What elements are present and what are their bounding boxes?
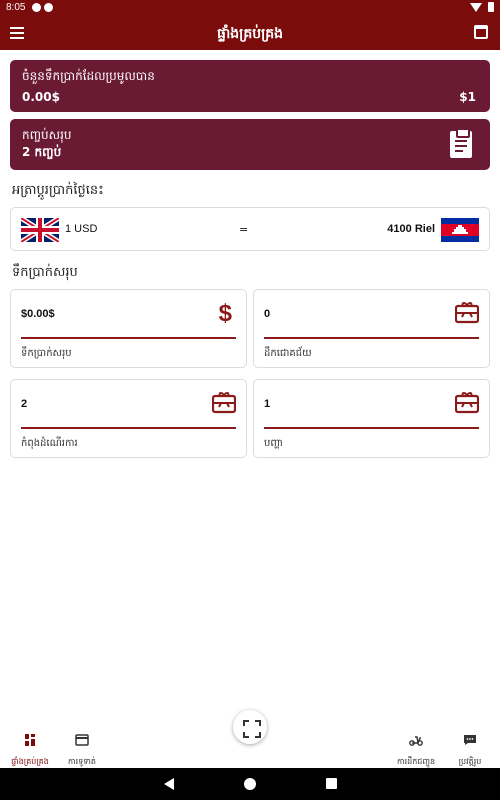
total-collected-value: 0.00$ (22, 90, 60, 104)
app-bar: ផ្ទាំងគ្រប់គ្រង (0, 16, 500, 50)
nav-label: ការដឹកជញ្ជូន (396, 757, 436, 766)
total-collected-label: ចំនួនទឹកប្រាក់ដែលប្រមូលបាន (22, 69, 155, 83)
stat-card-delivered: 0 ដឹកជោគជ័យ (253, 289, 490, 368)
dashboard-icon (25, 734, 35, 746)
divider (21, 337, 236, 339)
cambodia-flag-icon (441, 218, 479, 242)
status-bar: 8:05 (0, 0, 500, 16)
nav-label: ការទូទាត់ (68, 757, 96, 766)
total-collected-card: ចំនួនទឹកប្រាក់ដែលប្រមូលបាន 0.00$ $1 (10, 60, 490, 112)
nav-label: ប្រវត្តិរូប (458, 757, 482, 766)
stat-label: កំពុងដំណើរការ (21, 438, 78, 449)
status-notification-icons (32, 3, 53, 12)
nav-profile[interactable]: ប្រវត្តិរូប (440, 734, 500, 768)
stat-value: 2 (21, 398, 28, 410)
stat-label: ដឹកជោគជ័យ (264, 348, 312, 359)
uk-flag-icon (21, 218, 59, 242)
back-icon[interactable] (164, 778, 174, 790)
home-icon[interactable] (244, 778, 256, 790)
stat-card-total-amount: $0.00$ $ ទឹកប្រាក់សរុប (10, 289, 247, 368)
total-collected-right-value: $1 (459, 90, 476, 104)
nav-payment[interactable]: ការទូទាត់ (52, 734, 112, 768)
exchange-riel-value: 4100 Riel (387, 223, 435, 235)
status-system-icons (470, 2, 494, 12)
chat-icon (464, 735, 476, 745)
divider (264, 427, 479, 429)
status-time: 8:05 (6, 2, 26, 13)
stat-label: បញ្ហា (264, 438, 283, 449)
nav-delivery[interactable]: ការដឹកជញ្ជូន (386, 734, 446, 768)
calendar-icon[interactable] (474, 25, 488, 39)
system-nav-bar (0, 768, 500, 800)
recents-icon[interactable] (326, 778, 337, 789)
nav-dashboard[interactable]: ផ្ទាំងគ្រប់គ្រង (0, 734, 60, 768)
stat-card-problems: 1 បញ្ហា (253, 379, 490, 458)
gift-card-icon (212, 392, 236, 414)
scan-qr-button[interactable] (233, 710, 267, 744)
exchange-usd-value: 1 USD (65, 223, 98, 235)
wifi-icon (470, 2, 482, 12)
stat-label: ទឹកប្រាក់សរុប (21, 348, 72, 359)
totals-title: ទឹកប្រាក់សរុប (12, 265, 78, 280)
clipboard-icon (450, 128, 472, 158)
exchange-rate-title: អត្រាប្តូរប្រាក់ថ្ងៃនេះ (12, 183, 104, 198)
stat-card-in-progress: 2 កំពុងដំណើរការ (10, 379, 247, 458)
scooter-icon (409, 736, 423, 746)
exchange-equals: = (239, 223, 249, 236)
stat-value: 0 (264, 308, 271, 320)
total-packages-card: កញ្ចប់សរុប 2 កញ្ចប់ (10, 119, 490, 170)
stat-value: 1 (264, 398, 271, 410)
nav-label: ផ្ទាំងគ្រប់គ្រង (11, 757, 49, 766)
card-icon (75, 734, 89, 746)
total-packages-label: កញ្ចប់សរុប (22, 128, 72, 142)
gift-card-icon (455, 392, 479, 414)
stat-value: $0.00$ (21, 308, 55, 320)
total-packages-value: 2 កញ្ចប់ (22, 145, 62, 159)
gift-card-icon (455, 302, 479, 324)
battery-icon (488, 2, 494, 12)
dollar-icon: $ (218, 300, 232, 327)
divider (21, 427, 236, 429)
page-title: ផ្ទាំងគ្រប់គ្រង (216, 26, 284, 42)
divider (264, 337, 479, 339)
exchange-rate-card: 1 USD = 4100 Riel (10, 207, 490, 251)
